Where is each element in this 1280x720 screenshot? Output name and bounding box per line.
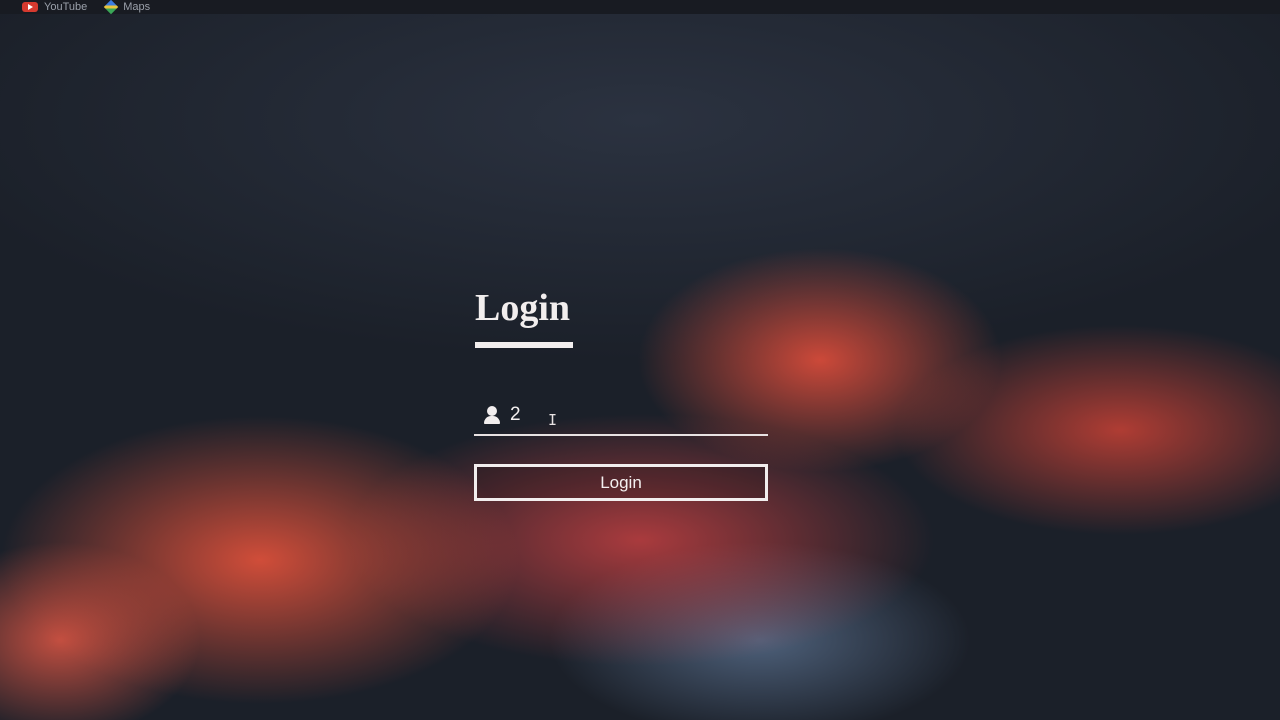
login-button[interactable]: Login bbox=[474, 464, 768, 501]
login-title: Login bbox=[475, 287, 571, 329]
maps-icon bbox=[104, 0, 119, 15]
title-underline bbox=[475, 342, 573, 348]
user-icon bbox=[482, 404, 502, 426]
text-cursor-icon: I bbox=[548, 411, 558, 429]
username-field bbox=[474, 396, 768, 436]
bookmark-maps-label: Maps bbox=[123, 1, 151, 13]
bookmark-youtube[interactable]: YouTube bbox=[22, 0, 87, 14]
bookmark-maps[interactable]: Maps bbox=[104, 0, 151, 15]
bookmark-youtube-label: YouTube bbox=[44, 1, 88, 13]
bookmarks-bar: YouTube Maps bbox=[0, 0, 1280, 15]
login-screen: YouTube Maps Login I Login bbox=[0, 0, 1280, 720]
youtube-icon bbox=[22, 2, 38, 12]
